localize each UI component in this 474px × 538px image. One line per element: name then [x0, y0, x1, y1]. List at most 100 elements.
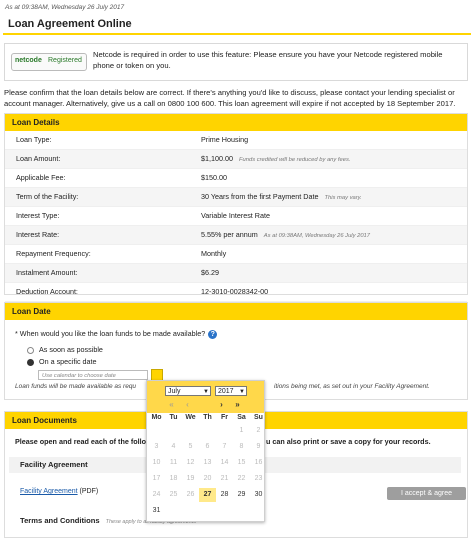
detail-value: $150.00	[201, 169, 233, 188]
detail-value: $6.29	[201, 264, 225, 283]
netcode-status: Registered	[48, 57, 82, 64]
documents-intro-left: Please open and read each of the follow	[15, 437, 152, 446]
weekday-label: Mo	[151, 414, 162, 421]
day-cell: 16	[254, 459, 263, 466]
day-cell[interactable]: 31	[148, 504, 165, 518]
loan-date-hint-left: Loan funds will be made available as req…	[15, 383, 137, 390]
detail-row: Interest Rate: 5.55% per annum As at 09:38…	[5, 226, 467, 245]
detail-row: Loan Amount: $1,100.00 Funds credited will…	[5, 150, 467, 169]
weekday-label: Th	[203, 414, 212, 421]
day-cell: 13	[203, 459, 212, 466]
facility-agreement-link[interactable]: Facility Agreement	[20, 488, 78, 495]
loan-details-heading: Loan Details	[5, 114, 467, 131]
detail-row: Deduction Account: 12-3010-0028342-00	[5, 283, 467, 302]
detail-value-text: 12-3010-0028342-00	[201, 287, 269, 296]
loan-date-heading: Loan Date	[5, 303, 467, 320]
detail-label: Repayment Frequency:	[16, 249, 91, 258]
help-icon[interactable]: ?	[208, 329, 218, 339]
detail-value: Variable Interest Rate	[201, 207, 276, 226]
chevron-down-icon: ▼	[239, 389, 245, 395]
detail-label: Applicable Fee:	[16, 173, 66, 182]
detail-value: Prime Housing	[201, 131, 254, 150]
accept-agree-button[interactable]: I accept & agree	[387, 487, 466, 500]
day-cell[interactable]: 30	[250, 488, 267, 502]
detail-label: Deduction Account:	[16, 287, 78, 296]
detail-row: Applicable Fee: $150.00	[5, 169, 467, 188]
year-select-value: 2017	[218, 388, 234, 395]
detail-row: Loan Type: Prime Housing	[5, 131, 467, 150]
netcode-logo-text: netcode	[15, 57, 42, 64]
terms-heading: Terms and Conditions	[20, 516, 100, 525]
detail-value: 5.55% per annum As at 09:38AM, Wednesday …	[201, 226, 370, 245]
detail-value: 12-3010-0028342-00	[201, 283, 274, 302]
day-cell: 10	[152, 459, 161, 466]
timestamp: As at 09:38AM, Wednesday 26 July 2017	[5, 4, 125, 11]
detail-value-text: 30 Years from the first Payment Date	[201, 192, 319, 201]
datepicker-header: July ▼ 2017 ▼ « ‹ › »	[147, 381, 264, 413]
detail-value-text: $1,100.00	[201, 154, 233, 163]
detail-value: $1,100.00 Funds credited will be reduced …	[201, 150, 350, 169]
documents-intro-right: u can also print or save a copy for your…	[266, 437, 431, 446]
next-month-button[interactable]: ›	[215, 400, 228, 410]
weekday-label: We	[185, 414, 196, 421]
day-cell: 22	[237, 475, 246, 482]
chevron-down-icon: ▼	[203, 389, 209, 395]
radio-selected-icon[interactable]	[27, 358, 34, 366]
day-cell: 21	[220, 475, 229, 482]
prev-year-button[interactable]: «	[165, 400, 178, 410]
loan-date-question: * When would you like the loan funds to …	[15, 329, 218, 339]
day-cell: 3	[154, 443, 159, 450]
day-cell: 17	[152, 475, 161, 482]
detail-row: Instalment Amount: $6.29	[5, 264, 467, 283]
detail-label: Loan Type:	[16, 135, 52, 144]
radio-asap-label: As soon as possible	[39, 345, 103, 354]
day-cell: 2	[256, 427, 261, 434]
detail-row: Term of the Facility: 30 Years from the f…	[5, 188, 467, 207]
day-cell: 9	[256, 443, 261, 450]
day-cell-today[interactable]: 27	[199, 488, 216, 502]
day-cell: 4	[171, 443, 176, 450]
radio-asap[interactable]: As soon as possible	[27, 345, 103, 354]
day-cell: 7	[222, 443, 227, 450]
day-cell[interactable]: 28	[216, 488, 233, 502]
day-cell: 18	[169, 475, 178, 482]
detail-value-text: Monthly	[201, 249, 227, 258]
page-title: Loan Agreement Online	[3, 15, 471, 35]
detail-label: Interest Type:	[16, 211, 60, 220]
day-cell: 19	[186, 475, 195, 482]
day-cell: 15	[237, 459, 246, 466]
prev-month-button[interactable]: ‹	[181, 400, 194, 410]
day-cell: 1	[239, 427, 244, 434]
radio-circle-icon[interactable]	[27, 346, 34, 354]
month-select[interactable]: July ▼	[165, 386, 211, 396]
year-select[interactable]: 2017 ▼	[215, 386, 247, 396]
day-cell: 6	[205, 443, 210, 450]
day-cell[interactable]: 29	[233, 488, 250, 502]
datepicker-popup[interactable]: July ▼ 2017 ▼ « ‹ › » Mo Tu We Th Fr Sa Su 12345…	[146, 380, 265, 522]
detail-label: Loan Amount:	[16, 154, 61, 163]
facility-agreement-format: (PDF)	[79, 488, 99, 495]
question-text: * When would you like the loan funds to …	[15, 329, 206, 338]
weekday-label: Tu	[169, 414, 178, 421]
detail-value-text: $6.29	[201, 268, 219, 277]
date-input[interactable]: Use calendar to choose date	[38, 370, 148, 380]
day-cell: 11	[169, 459, 178, 466]
loan-date-hint-right: itions being met, as set out in your Fac…	[274, 383, 430, 390]
weekday-label: Su	[254, 414, 263, 421]
day-cell: 12	[186, 459, 195, 466]
loan-details-list: Loan Type: Prime Housing Loan Amount: $1,10…	[5, 131, 467, 302]
detail-value: 30 Years from the first Payment Date This…	[201, 188, 362, 207]
detail-note: Funds credited will be reduced by any fe…	[238, 157, 351, 163]
detail-label: Term of the Facility:	[16, 192, 79, 201]
weekday-label: Fr	[221, 414, 228, 421]
day-cell: 5	[188, 443, 193, 450]
next-year-button[interactable]: »	[231, 400, 244, 410]
day-cell: 8	[239, 443, 244, 450]
detail-note: This may vary.	[324, 195, 362, 201]
netcode-message: Netcode is required in order to use this…	[93, 50, 443, 70]
detail-value-text: Prime Housing	[201, 135, 249, 144]
radio-specific-date[interactable]: On a specific date	[27, 357, 97, 366]
day-cell: 25	[169, 491, 178, 498]
detail-label: Interest Rate:	[16, 230, 60, 239]
detail-row: Repayment Frequency: Monthly	[5, 245, 467, 264]
